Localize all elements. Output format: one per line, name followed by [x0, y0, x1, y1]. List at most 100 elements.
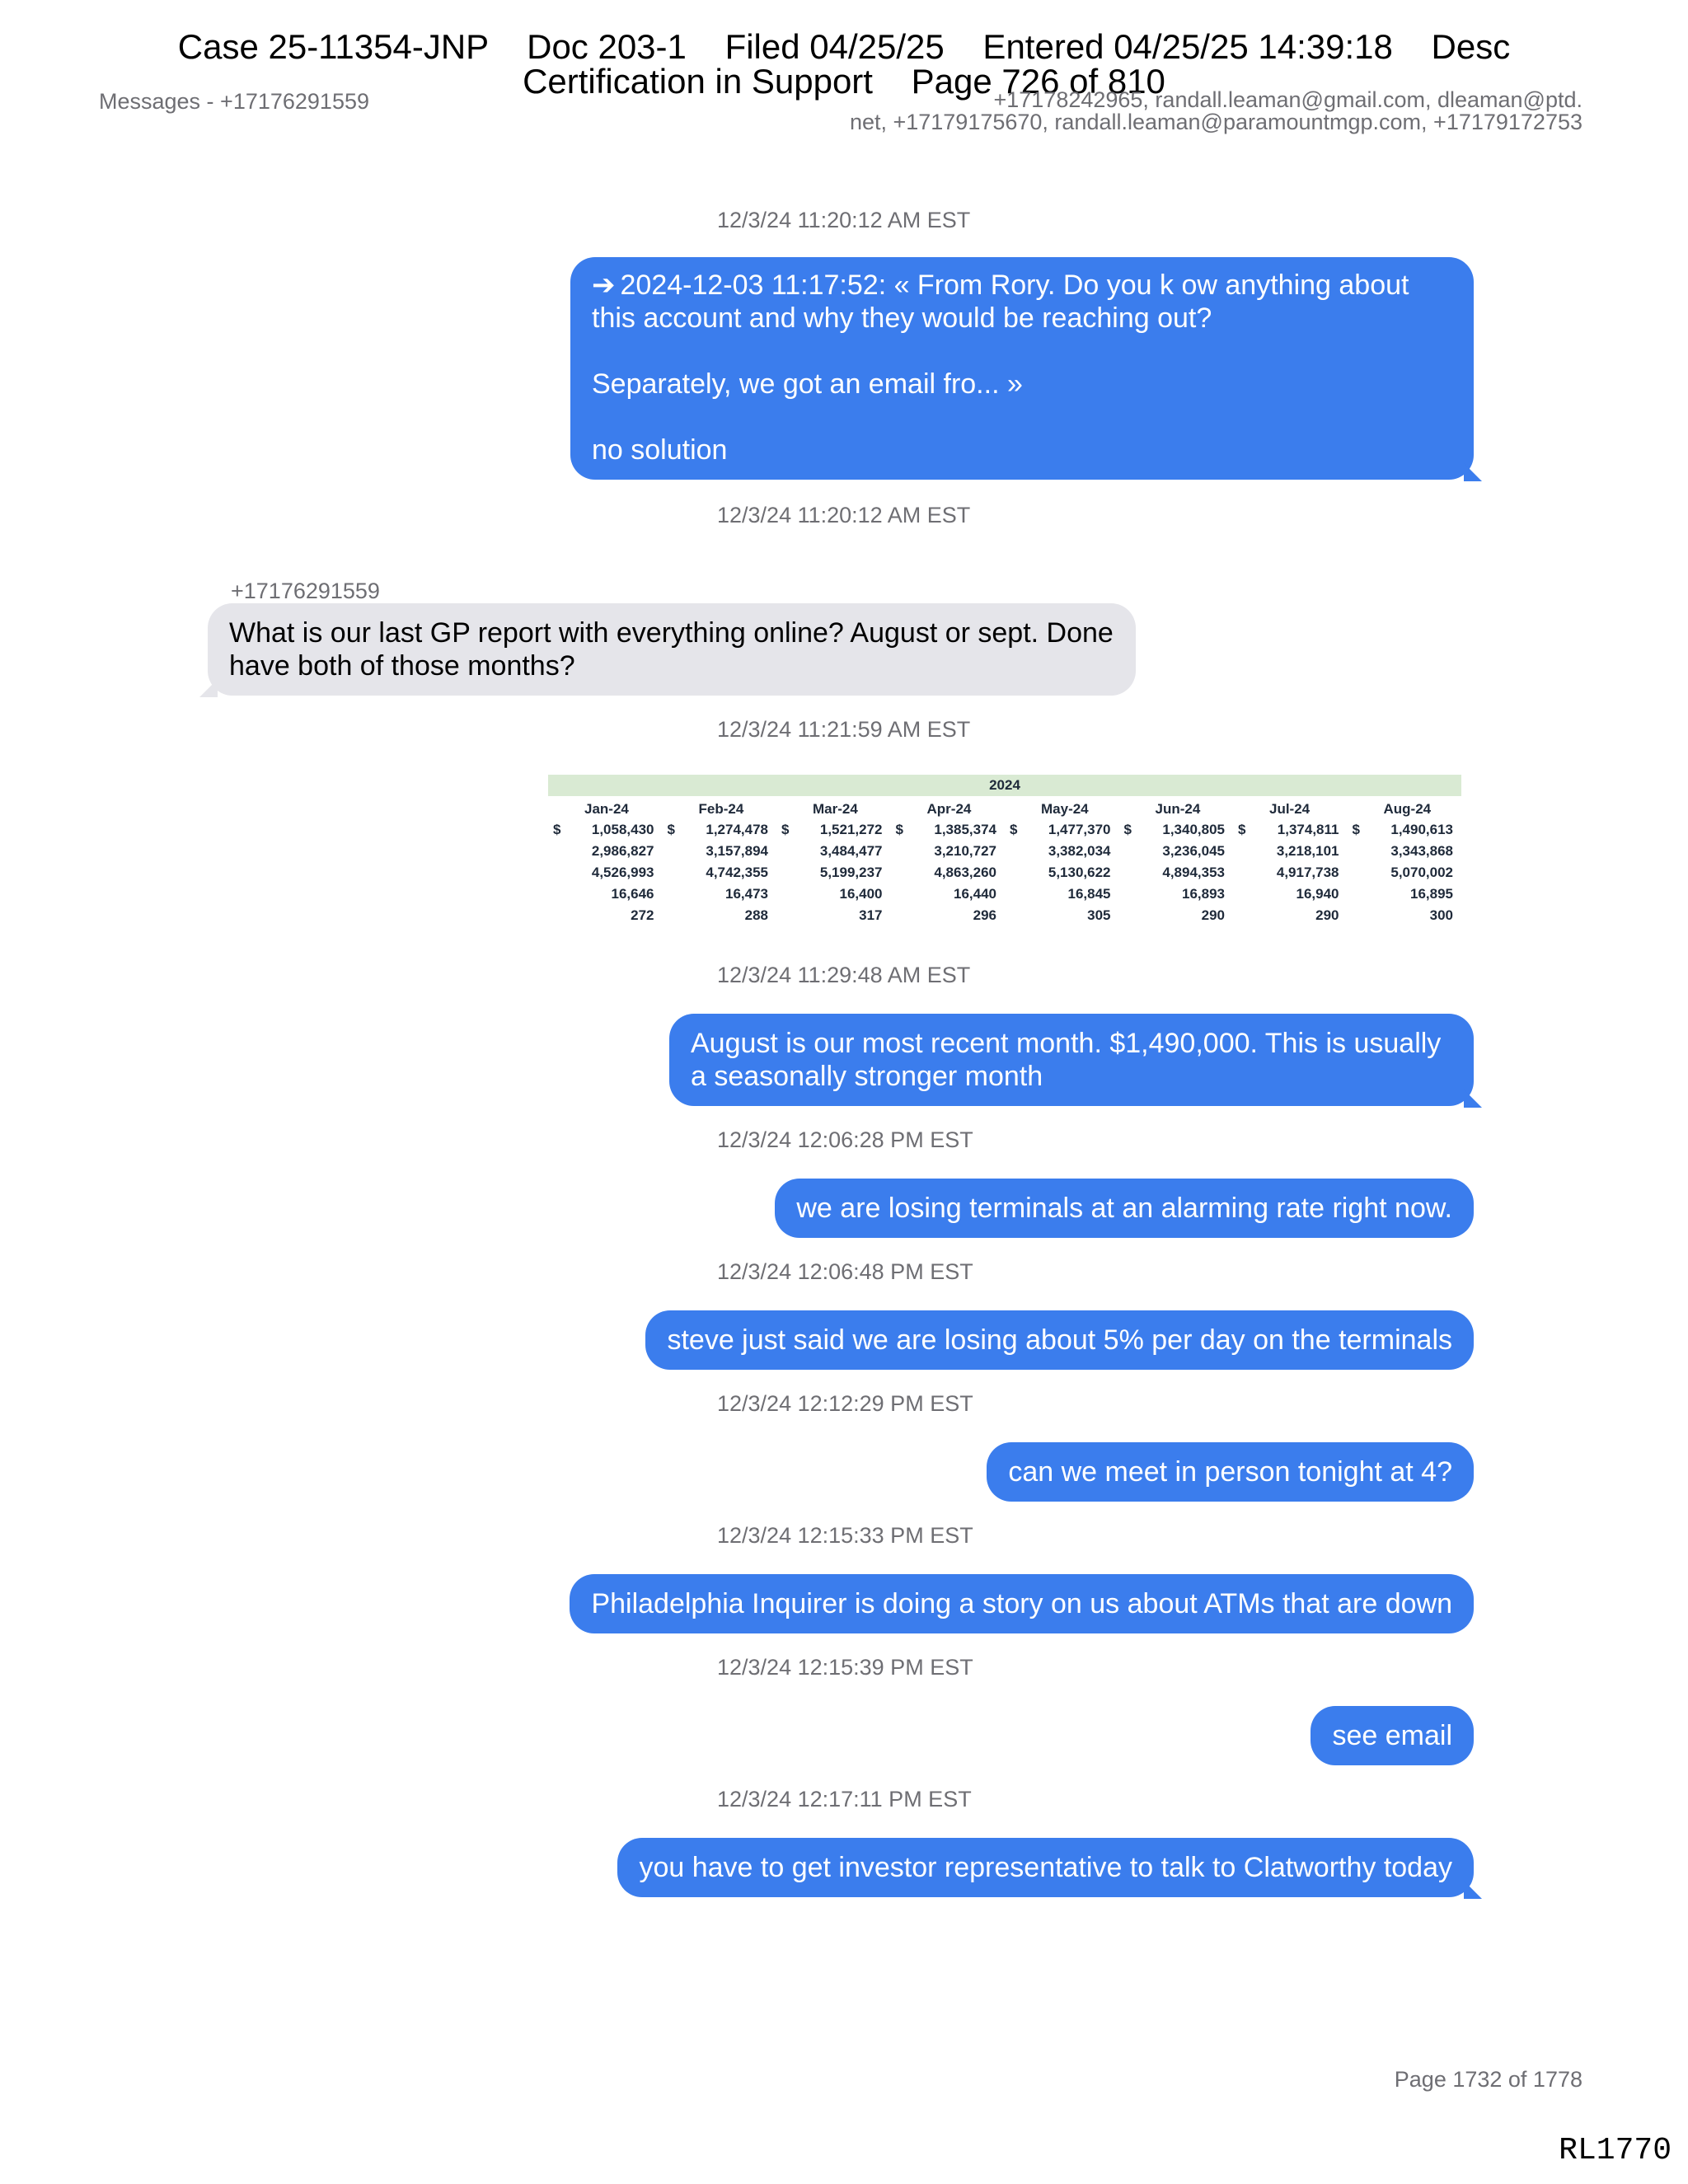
outgoing-message-bubble[interactable]: steve just said we are losing about 5% p…	[645, 1310, 1474, 1370]
outgoing-message-text: we are losing terminals at an alarming r…	[796, 1193, 1452, 1224]
sheet-cell-value: 296	[973, 907, 996, 923]
sheet-month-header: Jan-24	[584, 801, 629, 817]
sheet-cell-value: 3,210,727	[934, 843, 996, 859]
sheet-cell: 16,646	[548, 883, 663, 905]
forwarded-message-bubble[interactable]: ➔ 2024-12-03 11:17:52: « From Rory. Do yo…	[570, 257, 1482, 481]
sheet-cell-value: 16,400	[839, 886, 883, 902]
sheet-month-header: Jul-24	[1269, 801, 1311, 817]
sheet-cell-value: 16,440	[954, 886, 996, 902]
sheet-cell-value: 4,894,353	[1162, 865, 1225, 880]
case-header-line1: Case 25-11354-JNP Doc 203-1 Filed 04/25/…	[177, 27, 1511, 66]
timestamp: 12/3/24 12:15:39 PM EST	[717, 1655, 973, 1680]
participants-line2: net, +17179175670, randall.leaman@paramo…	[849, 110, 1582, 134]
bubble-tail	[1464, 463, 1482, 481]
timestamp: 12/3/24 11:20:12 AM EST	[717, 208, 971, 232]
sheet-cell: 296	[891, 905, 1006, 926]
outgoing-message-bubble[interactable]: can we meet in person tonight at 4?	[987, 1442, 1474, 1502]
sheet-cell-value: 1,374,811	[1277, 822, 1339, 837]
sheet-column: Jun-24 $1,340,805 3,236,045 4,894,353 16,893…	[1119, 799, 1234, 926]
sheet-month-header: May-24	[1041, 801, 1089, 817]
sheet-cell: 4,863,260	[891, 862, 1006, 883]
sheet-dollar-sign: $	[1352, 822, 1360, 837]
sheet-cell-value: 2,986,827	[591, 843, 654, 859]
outgoing-message-bubble[interactable]: you have to get investor representative …	[617, 1838, 1482, 1899]
sheet-month-header: Aug-24	[1383, 801, 1432, 817]
sheet-cell: 290	[1119, 905, 1234, 926]
sheet-cell-value: 16,845	[1067, 886, 1111, 902]
sheet-cell-value: 5,130,622	[1048, 865, 1111, 880]
forwarded-message-text-2: Separately, we got an email fro... »	[592, 368, 1023, 400]
sheet-cell: 305	[1005, 905, 1119, 926]
sheet-cell: 16,440	[891, 883, 1006, 905]
sheet-cell-value: 3,484,477	[819, 843, 883, 859]
sheet-cell-value: 3,157,894	[706, 843, 768, 859]
sheet-cell: $1,340,805	[1119, 819, 1234, 841]
sheet-cell-value: 1,490,613	[1390, 822, 1453, 837]
sheet-cell-value: 4,526,993	[591, 865, 654, 880]
sheet-cell: 4,526,993	[548, 862, 663, 883]
outgoing-message-bubble[interactable]: August is our most recent month. $1,490,…	[669, 1014, 1482, 1108]
sheet-cell-value: 305	[1087, 907, 1111, 923]
sheet-cell-value: 16,895	[1410, 886, 1453, 902]
sheet-cell: 288	[663, 905, 777, 926]
sheet-cell: 2,986,827	[548, 841, 663, 862]
sheet-column: Feb-24 $1,274,478 3,157,894 4,742,355 16,473…	[663, 799, 777, 926]
participants-line1: +17178242965, randall.leaman@gmail.com, …	[993, 87, 1582, 112]
sheet-dollar-sign: $	[1010, 822, 1018, 837]
sheet-dollar-sign: $	[1123, 822, 1132, 837]
sheet-cell-value: 1,385,374	[934, 822, 996, 837]
sheet-cell: 5,130,622	[1005, 862, 1119, 883]
sheet-cell: $1,374,811	[1233, 819, 1348, 841]
bubble-tail	[1464, 1090, 1482, 1108]
sheet-cell-value: 317	[859, 907, 883, 923]
outgoing-message-text: see email	[1332, 1720, 1452, 1751]
spreadsheet-attachment[interactable]: 2024 Jan-24 $1,058,430 2,986,827 4,526,993 1…	[548, 775, 1461, 925]
sheet-column: Aug-24 $1,490,613 3,343,868 5,070,002 16,895…	[1348, 799, 1462, 926]
sheet-cell-value: 1,521,272	[819, 822, 883, 837]
sheet-month-header: Apr-24	[926, 801, 972, 817]
sheet-cell-value: 1,340,805	[1162, 822, 1225, 837]
sheet-cell: $1,477,370	[1005, 819, 1119, 841]
outgoing-message-text: you have to get investor representative …	[639, 1852, 1452, 1883]
sheet-cell: 3,157,894	[663, 841, 777, 862]
sheet-cell: 16,940	[1233, 883, 1348, 905]
timestamp: 12/3/24 12:12:29 PM EST	[717, 1391, 973, 1416]
sheet-column: Jul-24 $1,374,811 3,218,101 4,917,738 16,940…	[1233, 799, 1348, 926]
incoming-message-bubble[interactable]: What is our last GP report with everythi…	[199, 603, 1136, 697]
sheet-cell-value: 290	[1315, 907, 1339, 923]
sender-label: +17176291559	[231, 579, 380, 603]
sheet-cell-value: 272	[631, 907, 654, 923]
forwarded-message-quote: ➔ 2024-12-03 11:17:52: « From Rory. Do yo…	[592, 269, 1452, 335]
forwarded-message-text: 2024-12-03 11:17:52: « From Rory. Do you…	[592, 269, 1409, 334]
sheet-column: Jan-24 $1,058,430 2,986,827 4,526,993 16,646…	[548, 799, 663, 926]
outgoing-message-bubble[interactable]: we are losing terminals at an alarming r…	[775, 1179, 1474, 1238]
outgoing-message-text: August is our most recent month. $1,490,…	[691, 1028, 1442, 1092]
sheet-cell: 3,382,034	[1005, 841, 1119, 862]
sheet-cell: 3,484,477	[776, 841, 891, 862]
sheet-cell: 16,845	[1005, 883, 1119, 905]
outgoing-message-bubble[interactable]: see email	[1311, 1706, 1474, 1765]
sheet-cell: 4,894,353	[1119, 862, 1234, 883]
sheet-cell: 5,070,002	[1348, 862, 1462, 883]
sheet-cell-value: 3,218,101	[1276, 843, 1339, 859]
sheet-cell-value: 4,742,355	[706, 865, 768, 880]
sheet-cell: 290	[1233, 905, 1348, 926]
outgoing-message-text: can we meet in person tonight at 4?	[1008, 1456, 1452, 1488]
sheet-cell: 3,210,727	[891, 841, 1006, 862]
sheet-cell-value: 4,863,260	[934, 865, 996, 880]
outgoing-message-bubble[interactable]: Philadelphia Inquirer is doing a story o…	[570, 1574, 1474, 1633]
sheet-cell: 16,400	[776, 883, 891, 905]
outgoing-message-text: Philadelphia Inquirer is doing a story o…	[591, 1588, 1452, 1619]
participants-list: +17178242965, randall.leaman@gmail.com, …	[758, 89, 1582, 134]
sheet-cell: $1,490,613	[1348, 819, 1462, 841]
arrow-right-icon: ➔	[592, 269, 616, 301]
page-number: Page 1732 of 1778	[1394, 2067, 1582, 2092]
bubble-tail	[1464, 1881, 1482, 1899]
sheet-dollar-sign: $	[667, 822, 675, 837]
incoming-message-text: What is our last GP report with everythi…	[229, 617, 1114, 682]
sheet-cell: 16,895	[1348, 883, 1462, 905]
sheet-cell-value: 16,940	[1296, 886, 1339, 902]
sheet-cell-value: 5,070,002	[1390, 865, 1453, 880]
sheet-cell-value: 1,058,430	[591, 822, 654, 837]
sheet-cell-value: 16,473	[725, 886, 768, 902]
